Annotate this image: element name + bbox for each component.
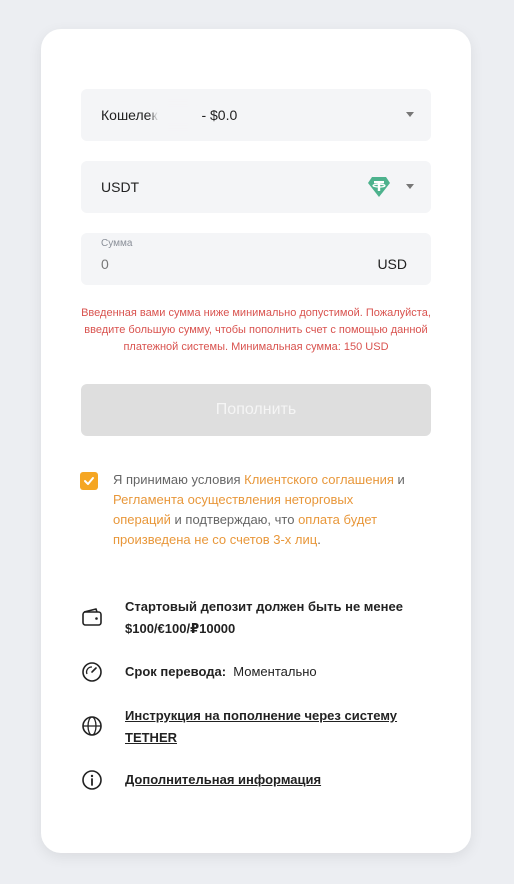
wallet-icon: [82, 608, 102, 626]
transfer-time-text: Срок перевода: Моментально: [125, 661, 317, 683]
wallet-select[interactable]: Кошелек - $0.0: [81, 89, 431, 141]
client-agreement-link[interactable]: Клиентского соглашения: [244, 472, 394, 487]
transfer-time-info: Срок перевода: Моментально: [81, 661, 431, 683]
globe-icon: [82, 716, 102, 736]
deposit-card: Кошелек - $0.0 USDT Сумма 0 USD Введенна…: [41, 29, 471, 853]
speedometer-icon: [82, 662, 102, 682]
wallet-select-value: Кошелек - $0.0: [101, 107, 238, 123]
chevron-down-icon: [406, 112, 414, 117]
masked-account-number: [156, 107, 199, 123]
currency-select[interactable]: USDT: [81, 161, 431, 213]
currency-select-value: USDT: [101, 179, 140, 195]
error-message: Введенная вами сумма ниже минимально доп…: [81, 307, 431, 353]
agreement-text: Я принимаю условия Клиентского соглашени…: [113, 472, 405, 547]
amount-value[interactable]: 0: [101, 256, 109, 272]
amount-label: Сумма: [101, 238, 133, 249]
amount-currency: USD: [377, 256, 407, 272]
checkmark-icon: [84, 477, 94, 485]
transfer-time-value: Моментально: [233, 664, 317, 679]
deposit-button[interactable]: Пополнить: [81, 384, 431, 436]
transfer-time-label: Срок перевода:: [125, 664, 227, 679]
tether-icon: [368, 177, 390, 197]
info-icon: [82, 770, 102, 790]
min-deposit-text: Стартовый депозит должен быть не менее $1…: [125, 599, 403, 636]
tether-instruction-link[interactable]: Инструкция на пополнение через систему TE…: [125, 705, 397, 749]
instruction-info: Инструкция на пополнение через систему TE…: [81, 705, 431, 749]
chevron-down-icon: [406, 184, 414, 189]
min-deposit-info: Стартовый депозит должен быть не менее $1…: [81, 596, 431, 640]
more-info-link[interactable]: Дополнительная информация: [125, 769, 321, 791]
amount-input[interactable]: Сумма 0 USD: [81, 233, 431, 285]
agreement-checkbox[interactable]: [80, 472, 98, 490]
more-info-row: Дополнительная информация: [81, 769, 431, 791]
